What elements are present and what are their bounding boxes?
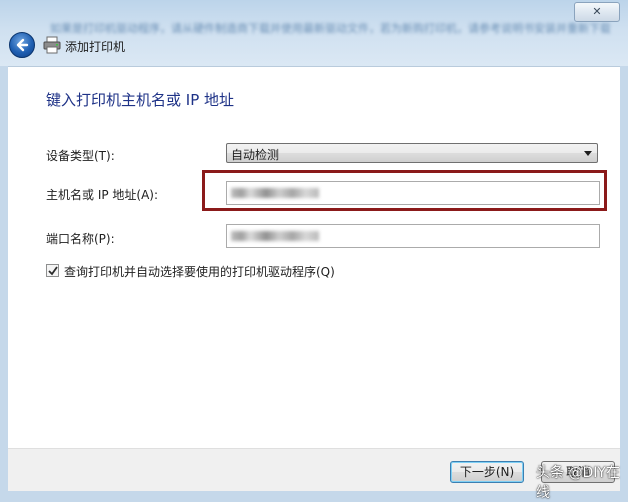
wizard-footer: 下一步(N) 取消 bbox=[8, 448, 620, 491]
query-driver-checkbox[interactable] bbox=[46, 264, 59, 277]
blurred-title-text: 如果是打印机驱动程序，请从硬件制造商下载并使用最新驱动文件，若为新购打印机，请参… bbox=[50, 22, 610, 35]
back-arrow-icon bbox=[16, 38, 29, 52]
device-type-select[interactable]: 自动检测 bbox=[226, 143, 598, 163]
query-driver-label[interactable]: 查询打印机并自动选择要使用的打印机驱动程序(Q) bbox=[64, 263, 335, 280]
chevron-down-icon bbox=[584, 151, 592, 156]
back-button[interactable] bbox=[9, 32, 35, 58]
title-bar: 如果是打印机驱动程序，请从硬件制造商下载并使用最新驱动文件，若为新购打印机，请参… bbox=[0, 0, 628, 66]
next-button[interactable]: 下一步(N) bbox=[450, 461, 524, 483]
printer-icon bbox=[43, 36, 61, 54]
device-type-label: 设备类型(T): bbox=[46, 149, 115, 163]
window-title: 添加打印机 bbox=[65, 40, 126, 54]
device-type-value: 自动检测 bbox=[231, 148, 280, 162]
check-icon bbox=[48, 266, 58, 276]
watermark: 头条 @DIY在线 bbox=[536, 465, 620, 501]
red-highlight-box bbox=[202, 170, 607, 211]
blurred-port-value bbox=[231, 231, 319, 241]
page-heading: 键入打印机主机名或 IP 地址 bbox=[46, 91, 235, 109]
port-label: 端口名称(P): bbox=[46, 232, 115, 246]
close-button[interactable]: ✕ bbox=[574, 2, 620, 22]
port-input[interactable] bbox=[226, 224, 600, 248]
wizard-content: 键入打印机主机名或 IP 地址 设备类型(T): 自动检测 主机名或 IP 地址… bbox=[8, 66, 620, 449]
host-label: 主机名或 IP 地址(A): bbox=[46, 188, 159, 202]
